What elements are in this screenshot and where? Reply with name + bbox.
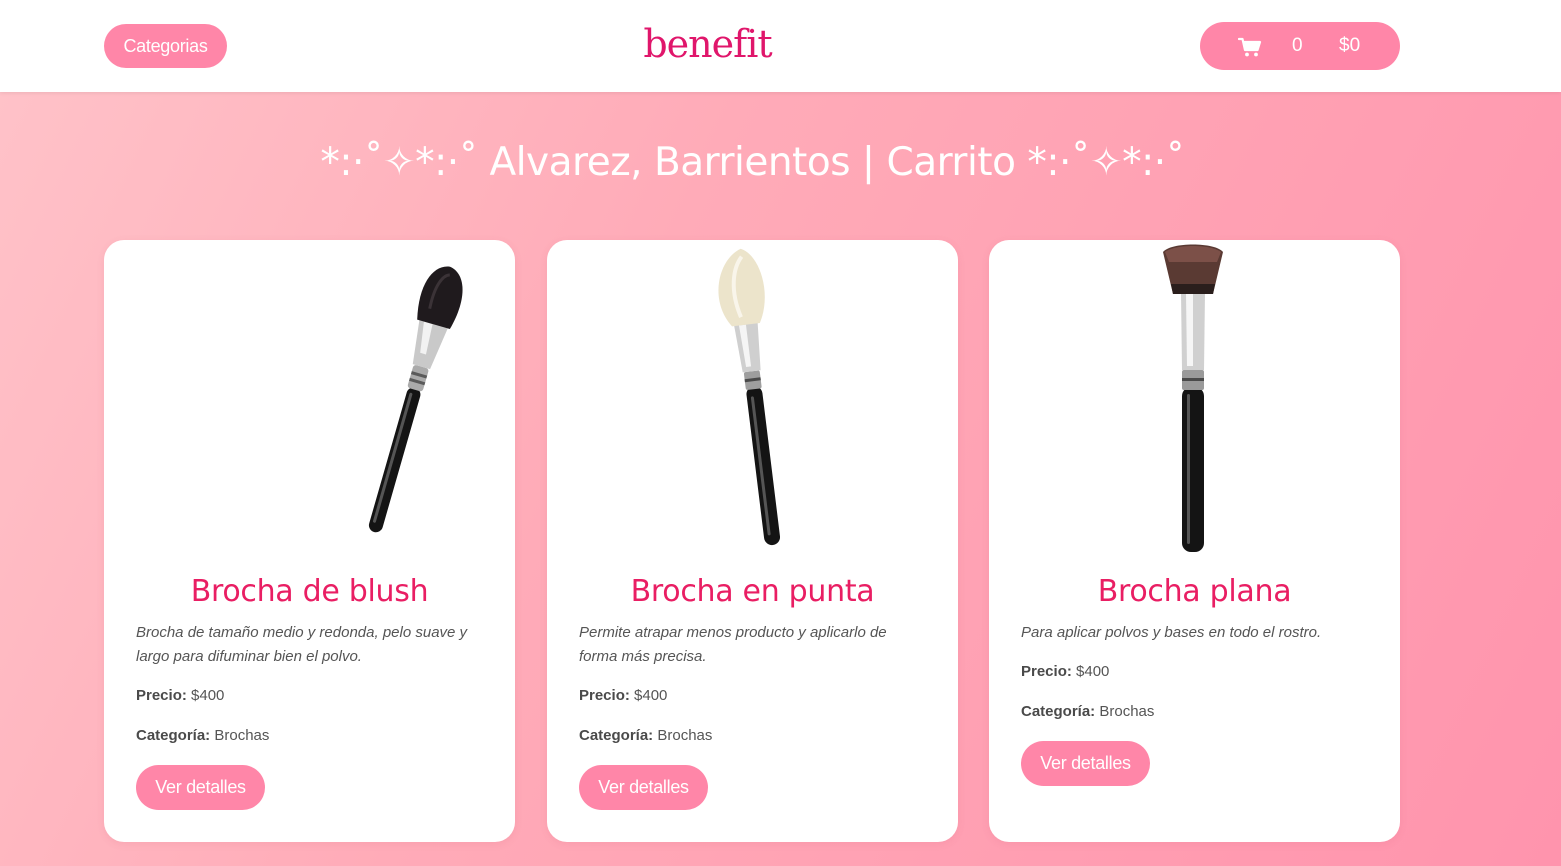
product-category: Categoría: Brochas [136,727,269,744]
flat-brush-image [1163,244,1223,552]
product-card: Brocha de blush Brocha de tamaño medio y… [104,240,515,842]
view-details-button[interactable]: Ver detalles [579,765,708,810]
category-value: Brochas [1099,703,1155,720]
product-description: Brocha de tamaño medio y redonda, pelo s… [136,624,468,665]
cart-total: $0 [1339,35,1361,56]
cart-count: 0 [1292,35,1303,56]
category-label: Categoría: [136,727,211,744]
price-value: $400 [634,687,668,704]
brand-logo[interactable]: benefit [640,18,775,70]
price-label: Precio: [136,687,187,704]
product-category: Categoría: Brochas [1021,703,1154,720]
product-price: Precio: $400 [136,687,224,704]
product-price: Precio: $400 [1021,663,1109,680]
product-description: Permite atrapar menos producto y aplicar… [579,624,887,665]
category-label: Categoría: [579,727,654,744]
product-title: Brocha en punta [630,574,875,609]
price-value: $400 [1076,663,1110,680]
category-value: Brochas [214,727,270,744]
product-price: Precio: $400 [579,687,667,704]
price-label: Precio: [579,687,630,704]
shopping-cart-icon [1238,37,1262,57]
view-details-button[interactable]: Ver detalles [136,765,265,810]
cart-widget[interactable]: 0 $0 [1200,22,1400,70]
product-title: Brocha plana [1097,574,1292,609]
product-description: Para aplicar polvos y bases en todo el r… [1021,624,1322,641]
product-card: Brocha plana Para aplicar polvos y bases… [989,240,1400,842]
product-category: Categoría: Brochas [579,727,712,744]
view-details-button[interactable]: Ver detalles [1021,741,1150,786]
category-label: Categoría: [1021,703,1096,720]
pointed-brush-image [718,248,781,546]
product-title: Brocha de blush [190,574,429,609]
category-value: Brochas [657,727,713,744]
navbar: Categorias benefit 0 $0 [0,0,1561,92]
product-card: Brocha en punta Permite atrapar menos pr… [547,240,958,842]
blush-brush-image [368,266,463,533]
categories-button[interactable]: Categorias [104,24,227,68]
price-value: $400 [191,687,225,704]
page-title: *:·˚✧*:·˚ Alvarez, Barrientos | Carrito … [320,140,1185,185]
price-label: Precio: [1021,663,1072,680]
